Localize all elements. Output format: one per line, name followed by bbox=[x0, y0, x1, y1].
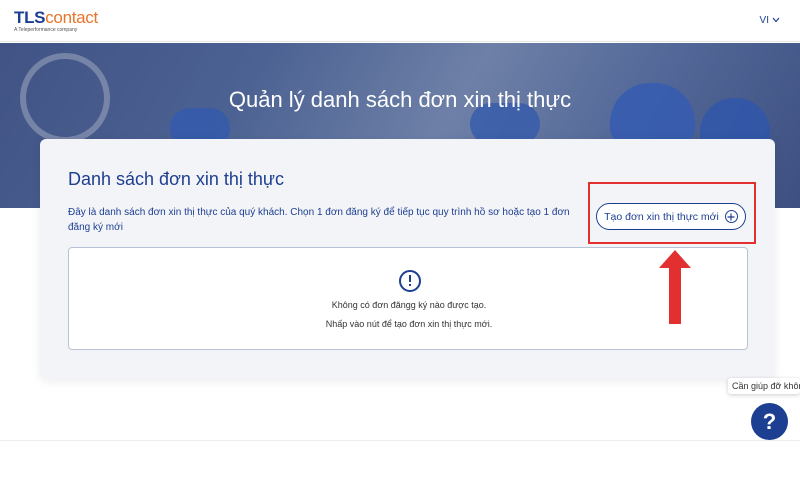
section-description: Đây là danh sách đơn xin thị thực của qu… bbox=[68, 207, 570, 233]
logo-tls-text: TLS bbox=[14, 8, 46, 27]
empty-state-panel: Không có đơn đăngg ký nào được tạo. Nhấp… bbox=[68, 247, 748, 350]
annotation-up-arrow-icon bbox=[655, 248, 695, 331]
logo-contact-text: contact bbox=[45, 8, 98, 27]
page-title: Quản lý danh sách đơn xin thị thực bbox=[228, 87, 572, 112]
language-label: VI bbox=[759, 15, 769, 26]
exclamation-circle-icon bbox=[399, 270, 421, 292]
annotation-highlight-box bbox=[588, 182, 756, 244]
empty-state-message: Không có đơn đăngg ký nào được tạo. bbox=[331, 300, 487, 310]
language-selector[interactable]: VI bbox=[760, 15, 780, 26]
help-button[interactable]: ? bbox=[751, 403, 788, 440]
question-mark-icon: ? bbox=[762, 408, 777, 434]
chevron-down-icon bbox=[772, 16, 780, 25]
top-header: TLScontact A Teleperformance company VI bbox=[0, 0, 800, 42]
help-tooltip: Cần giúp đỡ không? bbox=[728, 378, 800, 394]
empty-state-hint: Nhấp vào nút để tạo đơn xin thị thực mới… bbox=[325, 319, 493, 329]
section-title: Danh sách đơn xin thị thực bbox=[68, 169, 284, 189]
footer-divider bbox=[0, 440, 800, 441]
logo-tagline: A Teleperformance company bbox=[14, 27, 78, 33]
tlscontact-logo[interactable]: TLScontact A Teleperformance company bbox=[14, 9, 98, 33]
